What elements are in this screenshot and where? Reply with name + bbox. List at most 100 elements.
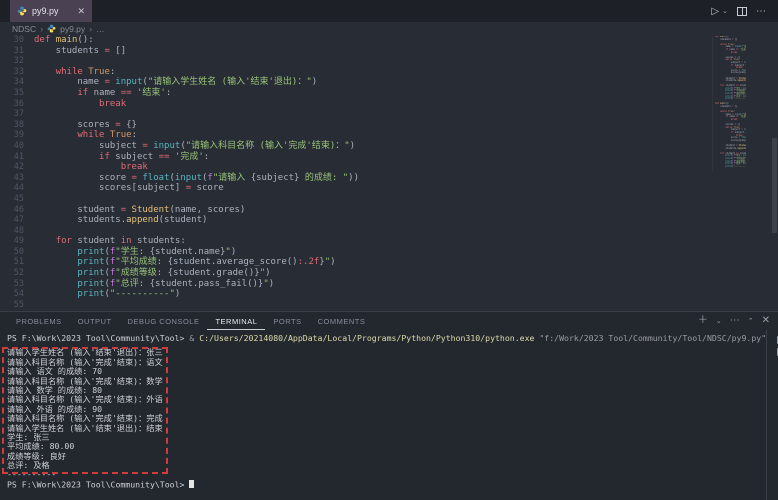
vscode-window: py9.py ✕ ▷ ⌄ ⋯ NDSC › py9.py › … 30def m… (0, 0, 778, 500)
panel-tab-debug-console[interactable]: DEBUG CONSOLE (120, 312, 208, 330)
code-line: 45 (0, 194, 778, 205)
breadcrumb-file[interactable]: py9.py (60, 24, 85, 34)
chevron-right-icon: › (89, 24, 92, 34)
terminal-line: 平均成绩: 80.00 (7, 442, 766, 451)
code-line: 38 scores = {} (0, 120, 778, 131)
code-line: 33 while True: (0, 67, 778, 78)
terminal-cursor (189, 480, 194, 489)
code-line: 37 (0, 109, 778, 120)
tab-py9[interactable]: py9.py ✕ (10, 0, 92, 22)
run-button[interactable]: ▷ (711, 6, 719, 17)
code-line: 41 if subject == '完成': (0, 152, 778, 163)
python-file-icon (17, 6, 27, 16)
editor-more-actions-icon[interactable]: ⋯ (756, 6, 766, 17)
code-line: 42 break (0, 162, 778, 173)
line-number: 47 (0, 215, 34, 226)
line-number: 44 (0, 183, 34, 194)
code-line: 36 break (0, 99, 778, 110)
line-number: 32 (0, 56, 34, 67)
terminal-line: PS F:\Work\2023 Tool\Community\Tool> (7, 480, 766, 489)
panel-tab-output[interactable]: OUTPUT (70, 312, 120, 330)
line-number: 40 (0, 141, 34, 152)
line-number: 53 (0, 279, 34, 290)
line-number: 45 (0, 194, 34, 205)
code-line: 46 student = Student(name, scores) (0, 205, 778, 216)
terminal-line: 学生: 张三 (7, 433, 766, 442)
chevron-right-icon: › (40, 24, 43, 34)
line-number: 31 (0, 46, 34, 57)
line-number: 37 (0, 109, 34, 120)
line-number: 48 (0, 226, 34, 237)
code-line: 50 print(f"学生: {student.name}") (0, 247, 778, 258)
line-number: 33 (0, 67, 34, 78)
code-line: 34 name = input("请输入学生姓名 (输入'结束'退出)：") (0, 77, 778, 88)
code-line: 43 score = float(input(f"请输入 {subject} 的… (0, 173, 778, 184)
panel-tab-terminal[interactable]: TERMINAL (207, 312, 265, 330)
minimap[interactable]: def main(): students = [] while True: na… (712, 36, 746, 171)
panel-tab-problems[interactable]: PROBLEMS (8, 312, 70, 330)
tab-title: py9.py (32, 6, 59, 16)
line-number: 35 (0, 88, 34, 99)
code-line: 39 while True: (0, 130, 778, 141)
terminal-list: >powershell>Python (766, 330, 778, 500)
terminal[interactable]: PS F:\Work\2023 Tool\Community\Tool> & C… (0, 330, 766, 500)
breadcrumb-symbol[interactable]: … (96, 24, 105, 34)
line-number: 41 (0, 152, 34, 163)
panel-tab-comments[interactable]: COMMENTS (310, 312, 374, 330)
line-number: 43 (0, 173, 34, 184)
line-number: 30 (0, 35, 34, 46)
panel-tab-ports[interactable]: PORTS (265, 312, 309, 330)
terminal-dropdown-icon[interactable]: ⌄ (716, 318, 722, 325)
code-line: 40 subject = input("请输入科目名称 (输入'完成'结束)："… (0, 141, 778, 152)
code-line: 31 students = [] (0, 46, 778, 57)
code-line: 53 print(f"总评: {student.pass_fail()}") (0, 279, 778, 290)
code-line: 32 (0, 56, 778, 67)
line-number: 50 (0, 247, 34, 258)
code-line: students.append(student) (715, 148, 746, 151)
terminal-session-python[interactable]: >Python (767, 346, 778, 358)
python-file-icon (47, 24, 56, 33)
line-number: 38 (0, 120, 34, 131)
bottom-panel: PROBLEMSOUTPUTDEBUG CONSOLETERMINALPORTS… (0, 311, 778, 500)
code-line: 35 if name == '结束': (0, 88, 778, 99)
line-number: 39 (0, 130, 34, 141)
line-number: 36 (0, 99, 34, 110)
terminal-line: 总评: 及格 (7, 461, 766, 470)
code-line: 52 print(f"成绩等级: {student.grade()}") (0, 268, 778, 279)
line-number: 34 (0, 77, 34, 88)
terminal-line: 请输入科目名称 (输入'完成'结束)：数学 (7, 377, 766, 386)
terminal-line: 成绩等级: 良好 (7, 452, 766, 461)
code-line: scores[subject] = score (715, 72, 746, 75)
line-number: 55 (0, 300, 34, 311)
run-dropdown-icon[interactable]: ⌄ (722, 7, 728, 15)
panel-maximize-icon[interactable]: ⌃ (748, 318, 754, 325)
code-line (715, 168, 746, 171)
code-line: 55 (0, 300, 778, 311)
breadcrumb: NDSC › py9.py › … (0, 22, 778, 35)
code-line: print("----------") (715, 166, 746, 169)
code-line: scores[subject] = score (715, 140, 746, 143)
line-number: 46 (0, 205, 34, 216)
new-terminal-icon[interactable]: ＋ (698, 316, 708, 326)
editor-scrollbar[interactable] (772, 138, 777, 233)
code-editor[interactable]: 30def main():31 students = []3233 while … (0, 35, 778, 311)
line-number: 42 (0, 162, 34, 173)
tab-close-icon[interactable]: ✕ (77, 7, 85, 16)
code-line: 44 scores[subject] = score (0, 183, 778, 194)
terminal-line: PS F:\Work\2023 Tool\Community\Tool> & C… (7, 334, 766, 343)
code-line: students.append(student) (715, 80, 746, 83)
code-line: 47 students.append(student) (0, 215, 778, 226)
code-line: 48 (0, 226, 778, 237)
terminal-line: 请输入科目名称 (输入'完成'结束)：语文 (7, 358, 766, 367)
code-line: 30def main(): (0, 35, 778, 46)
terminal-session-powershell[interactable]: >powershell (767, 334, 778, 346)
terminal-line: 请输入学生姓名 (输入'结束'退出)：结束 (7, 424, 766, 433)
panel-close-icon[interactable]: ✕ (762, 316, 770, 326)
panel-more-icon[interactable]: ⋯ (730, 316, 740, 326)
line-number: 54 (0, 289, 34, 300)
split-editor-icon[interactable] (737, 7, 747, 16)
line-number: 49 (0, 236, 34, 247)
editor-tab-bar: py9.py ✕ ▷ ⌄ ⋯ (0, 0, 778, 22)
breadcrumb-folder[interactable]: NDSC (12, 24, 36, 34)
code-line: 51 print(f"平均成绩: {student.average_score(… (0, 257, 778, 268)
